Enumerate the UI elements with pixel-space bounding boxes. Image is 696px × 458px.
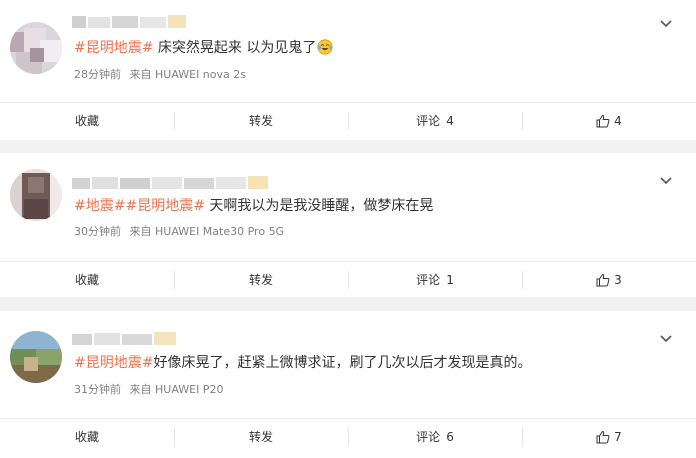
favorite-label: 收藏 bbox=[74, 273, 99, 287]
post-source: 来自 HUAWEI Mate30 Pro 5G bbox=[129, 225, 285, 238]
post-source: 来自 HUAWEI nova 2s bbox=[129, 68, 247, 81]
thumbs-up-icon bbox=[596, 114, 610, 127]
comment-label: 评论 bbox=[416, 114, 441, 128]
blurred-avatar-image bbox=[10, 22, 62, 74]
post-meta: 28分钟前 来自 HUAWEI nova 2s bbox=[74, 66, 251, 82]
like-button[interactable]: 4 bbox=[522, 103, 696, 139]
weibo-feed: #昆明地震# 床突然晃起来 以为见鬼了 28分钟前 来自 HUAWEI nova… bbox=[0, 0, 696, 458]
chevron-down-icon[interactable] bbox=[658, 16, 674, 32]
like-button[interactable]: 7 bbox=[522, 419, 696, 455]
chevron-down-icon[interactable] bbox=[658, 173, 674, 189]
like-button[interactable]: 3 bbox=[522, 262, 696, 298]
post-time[interactable]: 31分钟前 bbox=[74, 383, 121, 396]
post-text: #昆明地震#好像床晃了，赶紧上微博求证，刷了几次以后才发现是真的。 bbox=[74, 354, 531, 372]
post-card: #地震##昆明地震# 天啊我以为是我没睡醒，做梦床在晃 30分钟前 来自 HUA… bbox=[0, 153, 696, 297]
hashtag-link[interactable]: #地震# bbox=[74, 198, 125, 214]
post-body: 床突然晃起来 以为见鬼了 bbox=[153, 40, 317, 56]
hashtag-link[interactable]: #昆明地震# bbox=[125, 198, 204, 214]
avatar[interactable] bbox=[10, 22, 62, 74]
like-count: 7 bbox=[614, 429, 622, 444]
favorite-label: 收藏 bbox=[74, 114, 99, 128]
post-meta: 31分钟前 来自 HUAWEI P20 bbox=[74, 381, 228, 397]
like-count: 3 bbox=[614, 272, 622, 287]
post-card: #昆明地震# 床突然晃起来 以为见鬼了 28分钟前 来自 HUAWEI nova… bbox=[0, 0, 696, 140]
avatar[interactable] bbox=[10, 169, 62, 221]
blurred-avatar-image bbox=[10, 331, 62, 383]
hashtag-link[interactable]: #昆明地震# bbox=[74, 40, 153, 56]
post-text: #地震##昆明地震# 天啊我以为是我没睡醒，做梦床在晃 bbox=[74, 197, 433, 215]
action-bar: 收藏 转发 评论 6 7 bbox=[0, 418, 696, 454]
action-bar: 收藏 转发 评论 4 4 bbox=[0, 102, 696, 138]
comment-button[interactable]: 评论 6 bbox=[348, 419, 522, 455]
comment-count: 6 bbox=[446, 429, 454, 444]
repost-button[interactable]: 转发 bbox=[174, 419, 348, 455]
comment-button[interactable]: 评论 4 bbox=[348, 103, 522, 139]
comment-count: 1 bbox=[446, 272, 454, 287]
comment-label: 评论 bbox=[416, 430, 441, 444]
favorite-label: 收藏 bbox=[74, 430, 99, 444]
thumbs-up-icon bbox=[596, 430, 610, 443]
hashtag-link[interactable]: #昆明地震# bbox=[74, 355, 153, 371]
comment-count: 4 bbox=[446, 113, 454, 128]
post-time[interactable]: 30分钟前 bbox=[74, 225, 121, 238]
post-source: 来自 HUAWEI P20 bbox=[129, 383, 224, 396]
repost-label: 转发 bbox=[248, 273, 273, 287]
favorite-button[interactable]: 收藏 bbox=[0, 419, 174, 455]
favorite-button[interactable]: 收藏 bbox=[0, 262, 174, 298]
comment-button[interactable]: 评论 1 bbox=[348, 262, 522, 298]
post-time[interactable]: 28分钟前 bbox=[74, 68, 121, 81]
repost-label: 转发 bbox=[248, 430, 273, 444]
post-body: 天啊我以为是我没睡醒，做梦床在晃 bbox=[204, 198, 434, 214]
repost-button[interactable]: 转发 bbox=[174, 262, 348, 298]
thumbs-up-icon bbox=[596, 273, 610, 286]
blurred-username[interactable] bbox=[72, 14, 192, 30]
action-bar: 收藏 转发 评论 1 3 bbox=[0, 261, 696, 297]
crying-laughing-emoji-icon bbox=[317, 39, 333, 55]
post-text: #昆明地震# 床突然晃起来 以为见鬼了 bbox=[74, 39, 333, 57]
repost-label: 转发 bbox=[248, 114, 273, 128]
favorite-button[interactable]: 收藏 bbox=[0, 103, 174, 139]
repost-button[interactable]: 转发 bbox=[174, 103, 348, 139]
post-body: 好像床晃了，赶紧上微博求证，刷了几次以后才发现是真的。 bbox=[153, 355, 532, 371]
blurred-username[interactable] bbox=[72, 175, 272, 191]
chevron-down-icon[interactable] bbox=[658, 331, 674, 347]
post-card: #昆明地震#好像床晃了，赶紧上微博求证，刷了几次以后才发现是真的。 31分钟前 … bbox=[0, 311, 696, 458]
avatar[interactable] bbox=[10, 331, 62, 383]
blurred-username[interactable] bbox=[72, 331, 182, 347]
like-count: 4 bbox=[614, 113, 622, 128]
blurred-avatar-image bbox=[10, 169, 62, 221]
comment-label: 评论 bbox=[416, 273, 441, 287]
post-meta: 30分钟前 来自 HUAWEI Mate30 Pro 5G bbox=[74, 223, 289, 239]
